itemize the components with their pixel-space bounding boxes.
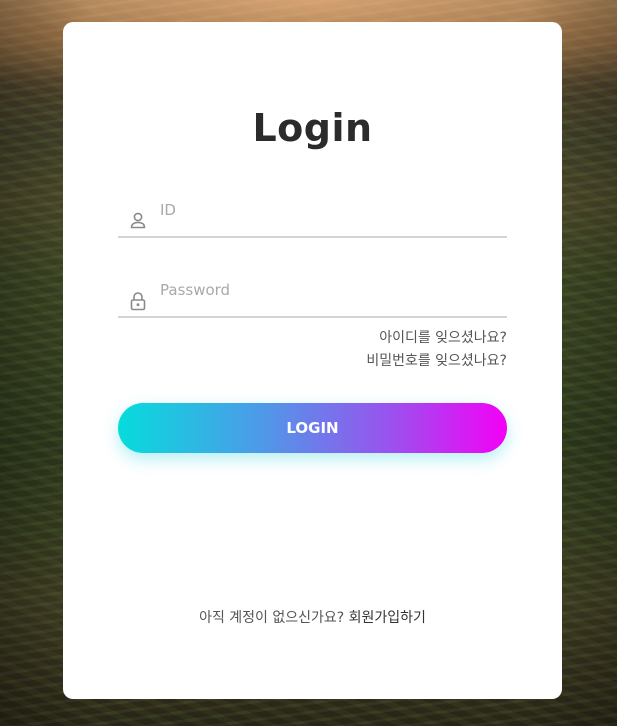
login-card: Login 아이디를 잊으셨나요? 비밀번호를 잊으셨나요? LOGIN 아직 … bbox=[63, 22, 562, 699]
signup-prompt: 아직 계정이 없으신가요? bbox=[199, 610, 345, 626]
forgot-id-link[interactable]: 아이디를 잊으셨나요? bbox=[379, 327, 507, 347]
id-field[interactable] bbox=[118, 198, 507, 238]
id-input[interactable] bbox=[160, 198, 500, 222]
password-input[interactable] bbox=[160, 278, 500, 302]
user-icon bbox=[128, 210, 148, 232]
login-button[interactable]: LOGIN bbox=[118, 403, 507, 453]
password-field[interactable] bbox=[118, 278, 507, 318]
lock-icon bbox=[128, 290, 148, 312]
page-title: Login bbox=[252, 106, 373, 150]
forgot-password-link[interactable]: 비밀번호를 잊으셨나요? bbox=[366, 350, 507, 370]
signup-row: 아직 계정이 없으신가요? 회원가입하기 bbox=[63, 607, 562, 627]
signup-link[interactable]: 회원가입하기 bbox=[349, 610, 426, 626]
